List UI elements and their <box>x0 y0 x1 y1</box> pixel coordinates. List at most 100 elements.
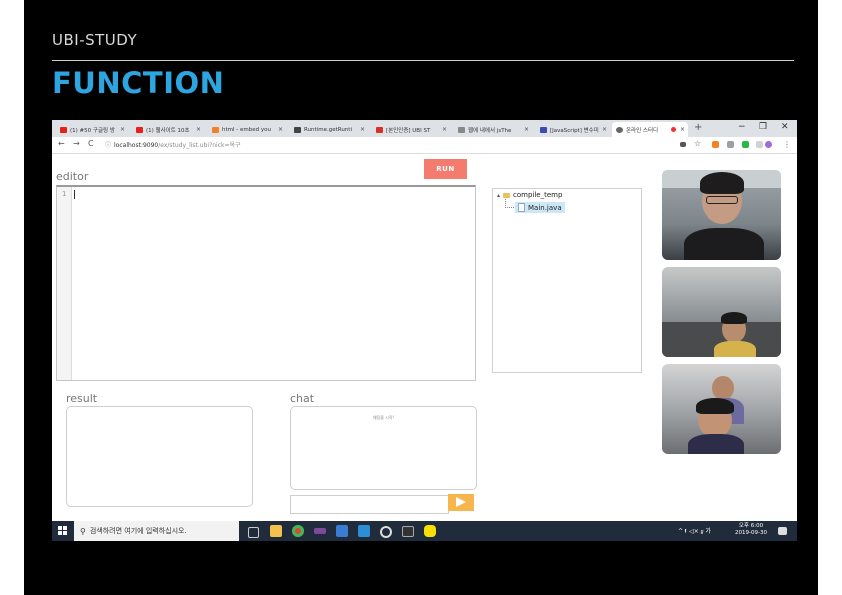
extension-icon[interactable] <box>727 141 734 148</box>
globe-icon <box>616 126 623 133</box>
tree-connector <box>505 199 514 208</box>
youtube-icon <box>60 126 67 133</box>
folder-label: compile_temp <box>513 191 563 199</box>
windows-start-button[interactable] <box>58 526 68 536</box>
camera-icon[interactable] <box>680 142 686 147</box>
code-editor[interactable]: 1 <box>56 185 476 381</box>
kakaotalk-icon[interactable] <box>424 525 436 537</box>
stackoverflow-icon <box>212 126 219 133</box>
tab-label: [본인인증] UBI ST <box>386 127 431 134</box>
tab-label: 웹에 내에서 jsThe <box>468 127 512 134</box>
reload-button[interactable]: C <box>88 139 94 148</box>
result-label: result <box>66 392 98 405</box>
folder-icon <box>503 192 511 198</box>
tree-folder[interactable]: ▴ compile_temp <box>497 191 562 199</box>
app-icon[interactable] <box>336 525 348 537</box>
editor-label: editor <box>56 170 89 183</box>
text-cursor <box>74 190 75 199</box>
tab-label: [JavaScript] 변수미 <box>550 127 599 134</box>
terminal-icon[interactable] <box>402 526 414 537</box>
browser-tab[interactable]: (1) 웹사이트 10초 × <box>132 122 204 137</box>
tree-file[interactable]: Main.java <box>515 202 565 213</box>
search-icon: ⚲ <box>80 526 86 536</box>
chat-input[interactable] <box>290 495 449 514</box>
clock-date: 2019-09-30 <box>735 530 767 536</box>
task-view-icon[interactable] <box>248 527 259 538</box>
browser-tab[interactable]: [본인인증] UBI ST × <box>372 122 450 137</box>
file-tree: ▴ compile_temp Main.java <box>492 188 642 373</box>
collapse-icon[interactable]: ▴ <box>497 192 500 199</box>
vscode-icon[interactable] <box>358 525 370 537</box>
search-placeholder: 검색하려면 여기에 입력하십시오. <box>89 527 187 535</box>
chrome-icon[interactable] <box>292 525 304 537</box>
taskbar-search[interactable]: ⚲ 검색하려면 여기에 입력하십시오. <box>74 521 239 541</box>
extension-icon[interactable] <box>742 141 749 148</box>
gmail-icon <box>376 126 383 133</box>
browser-tab[interactable]: Runtime.getRunti × <box>290 122 368 137</box>
line-number: 1 <box>62 190 67 198</box>
tab-label: Runtime.getRunti <box>304 126 352 133</box>
menu-icon[interactable]: ⋮ <box>783 140 791 149</box>
browser-tab[interactable]: html - embed you × <box>208 122 286 137</box>
profile-avatar[interactable] <box>765 141 772 148</box>
tab-bar: (1) #50 구글링 방 × (1) 웹사이트 10초 × html - em… <box>52 120 797 137</box>
browser-tab[interactable]: (1) #50 구글링 방 × <box>56 122 128 137</box>
video-feed <box>662 267 781 357</box>
chat-message: 채팅을 시작! <box>372 415 395 420</box>
app-icon[interactable] <box>314 528 326 534</box>
close-tab-icon[interactable]: × <box>442 126 447 133</box>
close-tab-icon[interactable]: × <box>360 126 365 133</box>
bookmark-star-icon[interactable]: ☆ <box>694 139 701 148</box>
file-label: Main.java <box>528 203 562 212</box>
browser-tab[interactable]: 웹에 내에서 jsThe × <box>454 122 532 137</box>
close-tab-icon[interactable]: × <box>278 126 283 133</box>
url-field[interactable]: ⓘ localhost:9090/ex/study_list.ubi?nick=옥… <box>105 140 241 149</box>
taskbar-clock[interactable]: 오후 6:00 2019-09-30 <box>735 523 767 537</box>
chat-panel: 채팅을 시작! <box>290 406 477 490</box>
windows-taskbar: ⚲ 검색하려면 여기에 입력하십시오. ^ 🖡 ◁× 𝑔 가 오후 6:00 2… <box>52 521 797 541</box>
slide-divider <box>52 60 794 61</box>
url-path: /ex/study_list.ubi?nick=옥구 <box>158 142 241 149</box>
address-bar: ← → C ⓘ localhost:9090/ex/study_list.ubi?… <box>52 137 797 154</box>
back-button[interactable]: ← <box>58 139 65 148</box>
extension-icon[interactable] <box>712 141 719 148</box>
video-feed <box>662 364 781 454</box>
close-tab-icon[interactable]: × <box>602 126 607 133</box>
info-icon: ⓘ <box>105 142 112 149</box>
file-icon <box>518 203 525 212</box>
file-explorer-icon[interactable] <box>270 525 282 537</box>
browser-tab-active[interactable]: 온라인 스터디 × <box>612 122 688 137</box>
blog-icon <box>540 126 547 133</box>
settings-icon[interactable] <box>380 526 392 538</box>
clock-time: 오후 6:00 <box>738 523 764 529</box>
tab-label: 온라인 스터디 <box>626 127 659 134</box>
play-icon <box>456 497 466 507</box>
close-tab-icon[interactable]: × <box>680 126 685 133</box>
send-button[interactable] <box>448 494 474 511</box>
youtube-icon <box>136 126 143 133</box>
system-tray[interactable]: ^ 🖡 ◁× 𝑔 가 <box>678 526 711 536</box>
browser-tab[interactable]: [JavaScript] 변수미 × <box>536 122 610 137</box>
forward-button[interactable]: → <box>73 139 80 148</box>
url-host: localhost:9090 <box>114 142 159 149</box>
slide-label: UBI-STUDY <box>52 31 138 49</box>
page-icon <box>458 126 465 133</box>
line-gutter: 1 <box>57 187 72 380</box>
restore-button[interactable]: ❐ <box>759 122 767 132</box>
close-tab-icon[interactable]: × <box>196 126 201 133</box>
result-panel <box>66 406 253 507</box>
recording-icon <box>671 127 676 132</box>
extension-icon[interactable] <box>756 141 763 148</box>
tab-label: (1) #50 구글링 방 <box>70 127 115 134</box>
run-button[interactable]: RUN <box>424 159 467 179</box>
slide-title: FUNCTION <box>52 66 225 100</box>
close-window-button[interactable]: ✕ <box>781 122 789 132</box>
notification-icon[interactable] <box>778 527 787 535</box>
close-tab-icon[interactable]: × <box>120 126 125 133</box>
close-tab-icon[interactable]: × <box>524 126 529 133</box>
tab-label: html - embed you <box>222 126 271 133</box>
slide: UBI-STUDY FUNCTION (1) #50 구글링 방 × (1) 웹… <box>24 0 818 595</box>
minimize-button[interactable]: − <box>738 122 746 132</box>
new-tab-button[interactable]: + <box>694 122 702 133</box>
video-feed <box>662 170 781 260</box>
